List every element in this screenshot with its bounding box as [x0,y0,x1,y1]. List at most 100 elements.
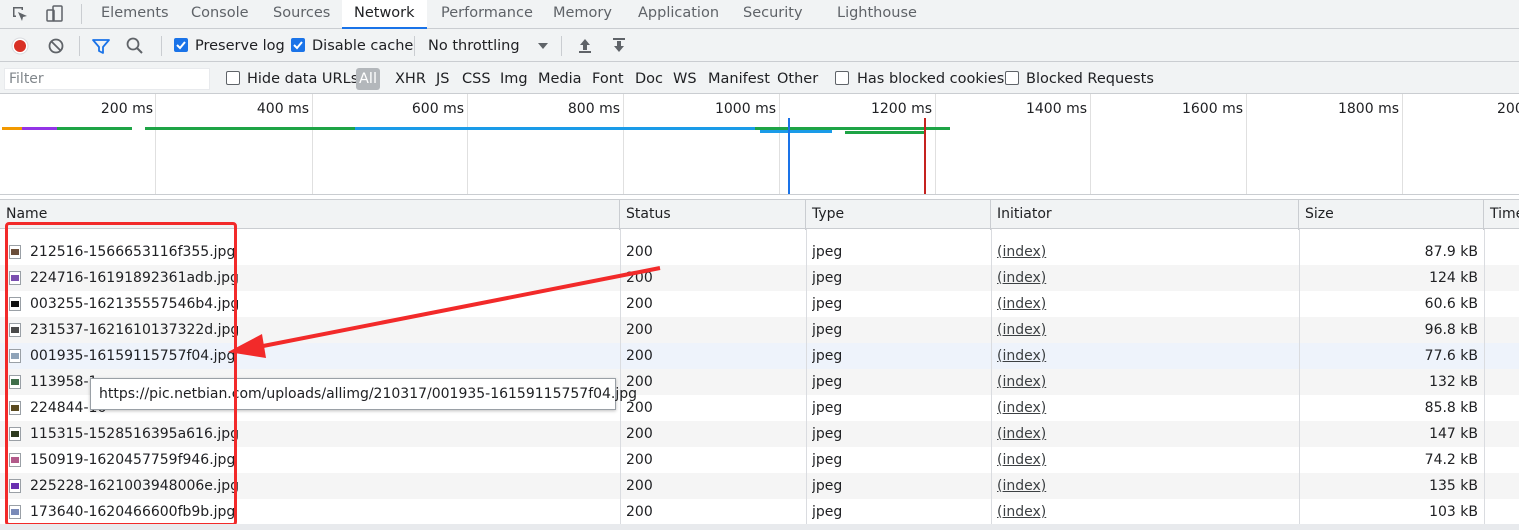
request-status-cell: 200 [626,296,653,312]
image-thumbnail-icon [9,401,21,415]
table-row[interactable]: 115315-1528516395a616.jpg 200 jpeg (index) 1… [0,421,1519,447]
table-row[interactable]: 212516-1566653116f355.jpg 200 jpeg (index) 8… [0,239,1519,265]
timeline-gridline [312,94,313,194]
table-row[interactable]: 224716-16191892361adb.jpg 200 jpeg (index) 1… [0,265,1519,291]
request-status-cell: 200 [626,244,653,260]
has-blocked-cookies-checkbox[interactable] [835,71,849,85]
has-blocked-cookies-label: Has blocked cookies [857,71,1005,87]
hide-data-urls-label: Hide data URLs [247,71,359,87]
filter-input[interactable] [4,68,210,90]
request-size-cell: 96.8 kB [1424,322,1478,338]
tab-lighthouse[interactable]: Lighthouse [825,0,929,29]
filter-icon[interactable] [91,36,111,56]
image-thumbnail-icon [9,427,21,441]
request-type-cell: jpeg [812,426,843,442]
record-icon[interactable] [10,36,30,56]
image-thumbnail-icon [9,479,21,493]
table-row[interactable]: 231537-1621610137322d.jpg 200 jpeg (index) 9… [0,317,1519,343]
request-initiator-link[interactable]: (index) [997,473,1097,499]
timeline-tick-label: 200 ms [100,101,153,117]
filter-type-css[interactable]: CSS [462,68,491,90]
request-status-cell: 200 [626,478,653,494]
request-type-cell: jpeg [812,348,843,364]
request-initiator-link[interactable]: (index) [997,343,1097,369]
checkmark-icon [176,41,186,50]
filter-type-font[interactable]: Font [592,68,624,90]
request-initiator-link[interactable]: (index) [997,447,1097,473]
tab-memory[interactable]: Memory [541,0,624,29]
search-icon[interactable] [125,36,145,56]
chevron-down-icon[interactable] [533,36,553,56]
filter-type-js[interactable]: JS [436,68,449,90]
import-har-icon[interactable] [575,36,595,56]
clear-icon[interactable] [46,36,66,56]
request-initiator-link[interactable]: (index) [997,291,1097,317]
disable-cache-label: Disable cache [312,38,414,54]
filter-type-media[interactable]: Media [538,68,582,90]
tab-elements[interactable]: Elements [89,0,181,29]
request-initiator-link[interactable]: (index) [997,421,1097,447]
tab-sources[interactable]: Sources [261,0,342,29]
preserve-log-checkbox[interactable] [174,38,188,52]
network-overview-timeline[interactable]: 200 ms 400 ms 600 ms 800 ms 1000 ms 1200… [0,94,1519,195]
timeline-gridline [935,94,936,194]
timeline-bar [145,127,355,130]
request-initiator-link[interactable]: (index) [997,265,1097,291]
request-initiator-link[interactable]: (index) [997,499,1097,525]
request-status-cell: 200 [626,400,653,416]
column-header-size[interactable]: Size [1299,200,1484,230]
tab-security[interactable]: Security [731,0,815,29]
tab-performance[interactable]: Performance [429,0,545,29]
request-size-cell: 87.9 kB [1424,244,1478,260]
request-type-cell: jpeg [812,296,843,312]
column-divider [806,229,807,530]
disable-cache-checkbox[interactable] [291,38,305,52]
tab-network[interactable]: Network [342,0,427,29]
image-thumbnail-icon [9,349,21,363]
column-header-status[interactable]: Status [620,200,806,230]
column-divider [991,229,992,530]
column-header-type[interactable]: Type [806,200,991,230]
device-toolbar-icon[interactable] [44,4,64,24]
request-name-cell: 173640-1620466600fb9b.jpg [30,504,236,520]
export-har-icon[interactable] [609,36,629,56]
request-name-cell: 003255-162135557546b4.jpg [30,296,240,312]
filter-bar: Hide data URLs All XHR JS CSS Img Media … [0,62,1519,94]
timeline-tick-label: 800 ms [567,101,620,117]
inspect-element-icon[interactable] [10,4,30,24]
column-header-name[interactable]: Name [0,200,620,230]
table-row[interactable] [0,229,1519,239]
throttling-select[interactable]: No throttling [428,36,520,56]
devtools-tab-bar: Elements Console Sources Network Perform… [0,0,1519,29]
table-row[interactable]: 225228-1621003948006e.jpg 200 jpeg (index) 1… [0,473,1519,499]
blocked-requests-checkbox[interactable] [1005,71,1019,85]
table-row[interactable]: 003255-162135557546b4.jpg 200 jpeg (index) 6… [0,291,1519,317]
filter-type-ws[interactable]: WS [673,68,697,90]
filter-type-other[interactable]: Other [777,68,818,90]
timeline-tick-label: 1800 ms [1337,101,1399,117]
request-initiator-link[interactable]: (index) [997,239,1097,265]
timeline-gridline [779,94,780,194]
checkmark-icon [293,41,303,50]
filter-type-all[interactable]: All [356,68,380,90]
column-header-initiator[interactable]: Initiator [991,200,1299,230]
filter-type-xhr[interactable]: XHR [395,68,426,90]
request-size-cell: 85.8 kB [1424,400,1478,416]
preserve-log-label: Preserve log [195,38,285,54]
timeline-tick-label: 200 [1497,101,1519,117]
filter-type-manifest[interactable]: Manifest [708,68,770,90]
table-row[interactable]: 173640-1620466600fb9b.jpg 200 jpeg (index) 1… [0,499,1519,525]
tab-application[interactable]: Application [626,0,731,29]
request-table-header: Name Status Type Initiator Size Time [0,199,1519,230]
tab-console[interactable]: Console [179,0,261,29]
domcontentloaded-marker [788,118,790,194]
column-header-time[interactable]: Time [1484,200,1519,230]
request-initiator-link[interactable]: (index) [997,369,1097,395]
filter-type-img[interactable]: Img [500,68,528,90]
table-row[interactable]: 150919-1620457759f946.jpg 200 jpeg (index) 7… [0,447,1519,473]
filter-type-doc[interactable]: Doc [635,68,663,90]
hide-data-urls-checkbox[interactable] [226,71,240,85]
table-row[interactable]: 001935-16159115757f04.jpg 200 jpeg (index) 7… [0,343,1519,369]
request-initiator-link[interactable]: (index) [997,317,1097,343]
request-initiator-link[interactable]: (index) [997,395,1097,421]
